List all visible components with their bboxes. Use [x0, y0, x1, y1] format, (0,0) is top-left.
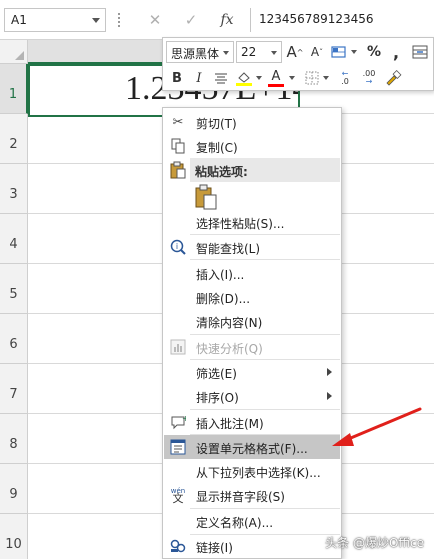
- annotation-arrow-icon: [332, 407, 422, 446]
- watermark: 头条 @爆炒Office: [325, 536, 424, 550]
